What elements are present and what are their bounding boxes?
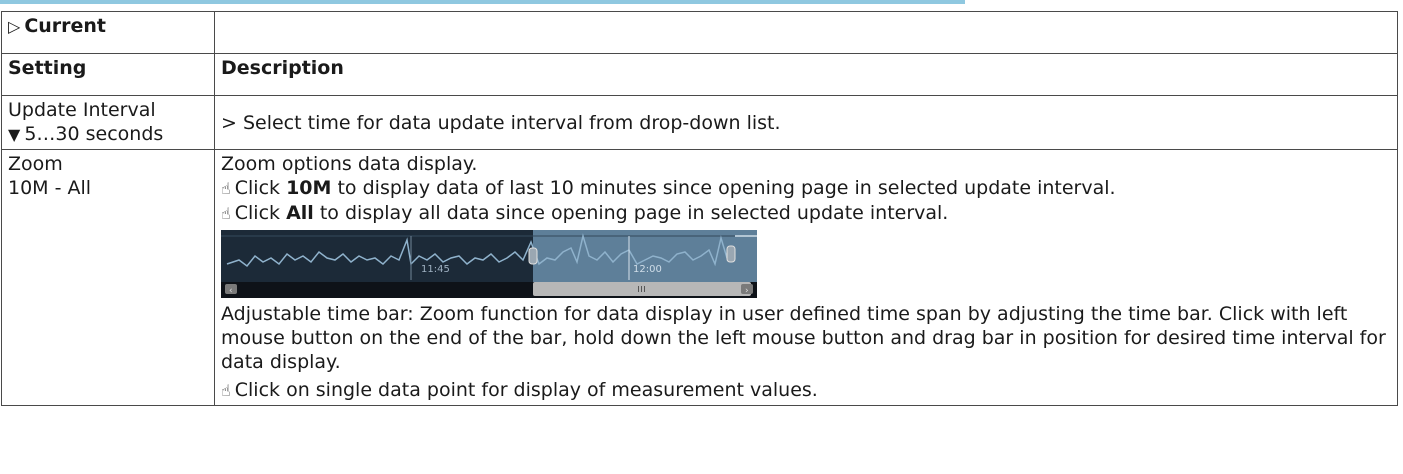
update-interval-value-line: ▼ 5…30 seconds bbox=[8, 122, 208, 147]
description-column-header: Description bbox=[214, 53, 1398, 96]
single-point-line: ☝ Click on single data point for display … bbox=[221, 378, 1391, 403]
option-all-label: All bbox=[286, 202, 314, 224]
chevron-left-icon: ‹ bbox=[229, 286, 233, 296]
zoom-value: 10M - All bbox=[8, 177, 92, 199]
settings-table: ▷ Current Setting Description Update Inte… bbox=[1, 11, 1398, 406]
zoom-intro: Zoom options data display. bbox=[221, 153, 478, 175]
setting-column-header: Setting bbox=[1, 53, 215, 96]
time-bar-graphic: 11:45 12:00 ‹ › bbox=[221, 230, 757, 298]
pointing-hand-icon: ☝ bbox=[221, 179, 231, 198]
triangle-right-outline-icon: ▷ bbox=[8, 17, 21, 36]
pointing-hand-icon: ☝ bbox=[221, 204, 231, 223]
thumb-grip-2 bbox=[641, 286, 642, 292]
update-interval-description: > Select time for data update interval f… bbox=[214, 95, 1398, 150]
update-interval-name: Update Interval bbox=[8, 99, 156, 121]
time-bar-left-handle[interactable] bbox=[528, 247, 538, 265]
top-accent-band bbox=[0, 0, 965, 4]
time-bar-screenshot: 11:45 12:00 ‹ › bbox=[221, 230, 757, 298]
update-interval-value: 5…30 seconds bbox=[24, 123, 164, 145]
option-10m-text: to display data of last 10 minutes since… bbox=[337, 177, 1116, 199]
time-bar-label-right: 12:00 bbox=[633, 264, 662, 275]
zoom-name: Zoom bbox=[8, 153, 63, 175]
current-label: Current bbox=[24, 15, 107, 37]
zoom-setting-cell: Zoom 10M - All bbox=[1, 149, 215, 406]
thumb-grip-3 bbox=[644, 286, 645, 292]
time-bar-label-left: 11:45 bbox=[421, 264, 450, 275]
current-section-cell: ▷ Current bbox=[1, 11, 215, 54]
update-interval-setting-cell: Update Interval ▼ 5…30 seconds bbox=[1, 95, 215, 150]
current-section-row: ▷ Current bbox=[1, 11, 1398, 54]
option-10m-label: 10M bbox=[286, 177, 332, 199]
adjustable-time-bar-text: Adjustable time bar: Zoom function for d… bbox=[221, 303, 1386, 373]
current-empty-cell bbox=[214, 11, 1398, 54]
time-bar-right-handle[interactable] bbox=[726, 245, 736, 263]
zoom-option-10m: ☝ Click 10M to display data of last 10 mi… bbox=[221, 176, 1391, 201]
table-header-row: Setting Description bbox=[1, 53, 1398, 96]
click-word: Click bbox=[234, 177, 281, 199]
chevron-right-icon: › bbox=[745, 286, 749, 296]
option-all-text: to display all data since opening page i… bbox=[319, 202, 949, 224]
table-row: Zoom 10M - All Zoom options data display… bbox=[1, 149, 1398, 406]
triangle-down-filled-icon: ▼ bbox=[8, 125, 21, 144]
single-point-text: Click on single data point for display o… bbox=[234, 379, 818, 401]
zoom-description-cell: Zoom options data display. ☝ Click 10M to… bbox=[214, 149, 1398, 406]
zoom-option-all: ☝ Click All to display all data since ope… bbox=[221, 201, 1391, 226]
thumb-grip-1 bbox=[638, 286, 639, 292]
table-row: Update Interval ▼ 5…30 seconds > Select t… bbox=[1, 95, 1398, 150]
pointing-hand-icon: ☝ bbox=[221, 381, 231, 400]
click-word: Click bbox=[234, 202, 281, 224]
